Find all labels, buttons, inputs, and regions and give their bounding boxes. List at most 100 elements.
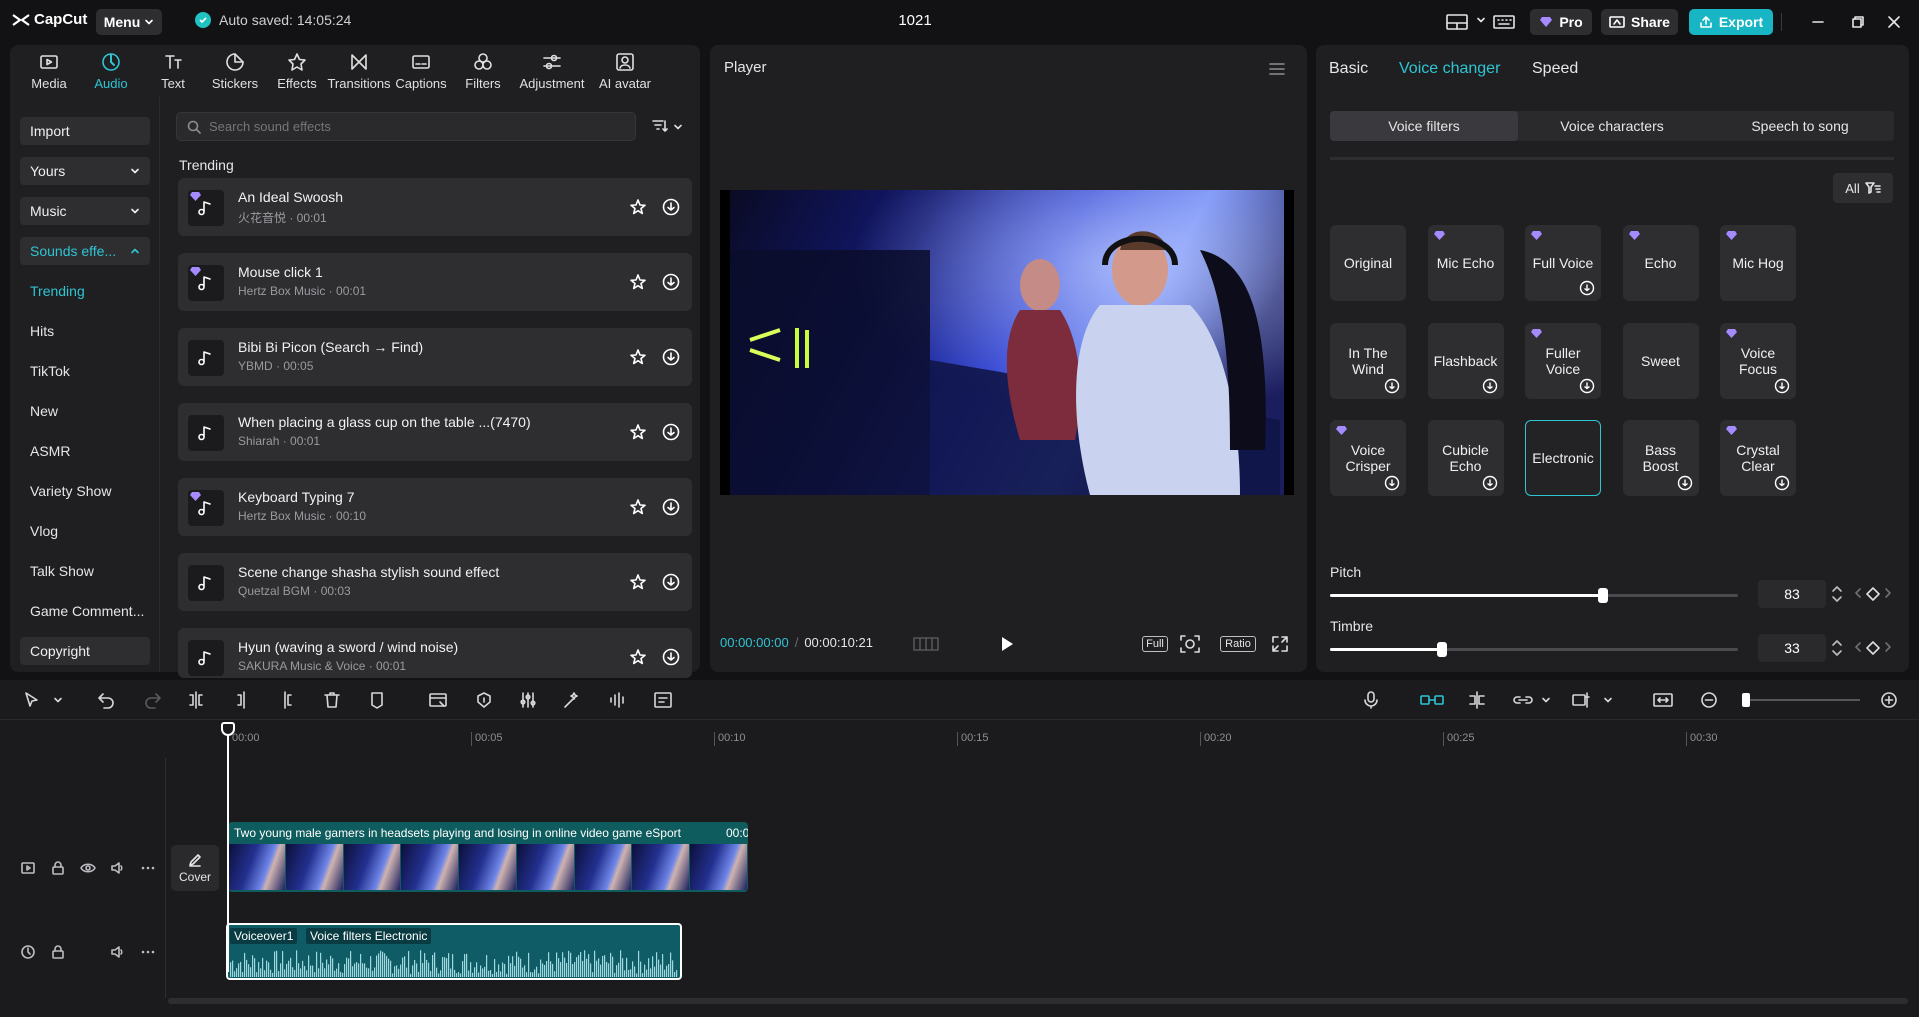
ai-remove-icon[interactable]	[474, 690, 494, 710]
timbre-slider-handle[interactable]	[1437, 642, 1448, 657]
microphone-icon[interactable]	[1361, 690, 1381, 710]
sort-filter-button[interactable]	[652, 118, 683, 134]
tab-ai-avatar[interactable]: AI avatar	[590, 45, 660, 97]
pitch-slider[interactable]	[1330, 588, 1738, 603]
sidebar-item-hits[interactable]: Hits	[30, 323, 54, 339]
timbre-keyframe-controls[interactable]	[1854, 641, 1892, 655]
voice-filter-voice-focus[interactable]: Voice Focus	[1720, 322, 1796, 399]
split-left-icon[interactable]	[232, 690, 252, 710]
zoom-slider[interactable]	[1742, 693, 1860, 707]
tab-filters[interactable]: Filters	[452, 45, 514, 97]
voice-filter-cubicle-echo[interactable]: Cubicle Echo	[1427, 420, 1504, 496]
pitch-value-input[interactable]: 83	[1758, 580, 1826, 608]
segment-voice-filters[interactable]: Voice filters	[1330, 111, 1518, 141]
pitch-stepper[interactable]	[1831, 584, 1843, 604]
segment-speech-to-song[interactable]: Speech to song	[1706, 111, 1894, 141]
favorite-star-icon[interactable]	[629, 348, 647, 366]
pitch-keyframe-controls[interactable]	[1854, 587, 1892, 601]
auto-snap-icon[interactable]	[1467, 690, 1487, 710]
mark-icon[interactable]	[367, 690, 387, 710]
fit-timeline-icon[interactable]	[1652, 690, 1673, 710]
list-item[interactable]: Hyun (waving a sword / wind noise) SAKURA…	[178, 628, 692, 678]
tab-audio[interactable]: Audio	[80, 45, 142, 97]
magic-edit-icon[interactable]	[562, 690, 582, 710]
linkage-chevron-icon[interactable]	[1540, 694, 1560, 714]
voice-filter-mic-echo[interactable]: Mic Echo	[1427, 225, 1504, 301]
download-icon[interactable]	[662, 498, 680, 516]
pro-button[interactable]: Pro	[1530, 9, 1592, 35]
download-icon[interactable]	[1482, 475, 1498, 491]
linkage-icon[interactable]	[1511, 690, 1533, 710]
split-icon[interactable]	[186, 690, 206, 710]
tab-text[interactable]: Text	[142, 45, 204, 97]
caption-edit-icon[interactable]	[653, 690, 673, 710]
keyframe-diamond-icon[interactable]	[1866, 587, 1880, 601]
favorite-star-icon[interactable]	[629, 648, 647, 666]
list-item[interactable]: An Ideal Swoosh 火花音悦 · 00:01	[178, 178, 692, 236]
speaker-icon[interactable]	[110, 860, 126, 876]
download-icon[interactable]	[662, 573, 680, 591]
download-icon[interactable]	[1384, 378, 1400, 394]
download-icon[interactable]	[662, 198, 680, 216]
video-preview[interactable]	[720, 190, 1294, 495]
speaker-icon[interactable]	[110, 944, 126, 960]
search-box[interactable]	[176, 112, 636, 141]
player-menu-icon[interactable]	[1268, 61, 1286, 77]
voice-filter-original[interactable]: Original	[1330, 225, 1406, 301]
list-item[interactable]: When placing a glass cup on the table ..…	[178, 403, 692, 461]
close-icon[interactable]	[1886, 14, 1902, 30]
audio-wave-icon[interactable]	[607, 690, 627, 710]
sidebar-item-game-commentary[interactable]: Game Comment...	[30, 603, 144, 619]
download-icon[interactable]	[662, 348, 680, 366]
menu-button[interactable]: Menu	[96, 9, 162, 35]
sidebar-item-new[interactable]: New	[30, 403, 58, 419]
voice-filter-echo[interactable]: Echo	[1622, 225, 1699, 301]
undo-icon[interactable]	[96, 690, 116, 710]
favorite-star-icon[interactable]	[629, 423, 647, 441]
playhead[interactable]	[221, 722, 235, 972]
preview-axis-icon[interactable]	[1571, 690, 1591, 710]
tab-captions[interactable]: Captions	[390, 45, 452, 97]
list-item[interactable]: Keyboard Typing 7 Hertz Box Music · 00:10	[178, 478, 692, 536]
playhead-handle[interactable]	[221, 722, 235, 736]
tab-stickers[interactable]: Stickers	[204, 45, 266, 97]
main-track-magnet-icon[interactable]	[1419, 690, 1444, 710]
sidebar-item-vlog[interactable]: Vlog	[30, 523, 58, 539]
download-icon[interactable]	[1482, 378, 1498, 394]
more-icon[interactable]	[140, 860, 156, 876]
sound-effects-dropdown[interactable]: Sounds effe...	[20, 237, 150, 265]
import-button[interactable]: Import	[20, 117, 150, 145]
copyright-button[interactable]: Copyright	[20, 637, 150, 665]
redo-icon[interactable]	[143, 690, 163, 710]
timbre-value-input[interactable]: 33	[1758, 634, 1826, 662]
voice-filter-full-voice[interactable]: Full Voice	[1525, 225, 1601, 301]
voice-filter-bass-boost[interactable]: Bass Boost	[1622, 420, 1699, 496]
tab-transitions[interactable]: Transitions	[327, 45, 391, 97]
download-icon[interactable]	[1579, 280, 1595, 296]
yours-dropdown[interactable]: Yours	[20, 157, 150, 185]
music-dropdown[interactable]: Music	[20, 197, 150, 225]
zoom-slider-handle[interactable]	[1742, 693, 1750, 707]
select-tool-icon[interactable]	[22, 690, 42, 710]
eye-icon[interactable]	[80, 860, 96, 876]
preview-axis-chevron-icon[interactable]	[1602, 694, 1622, 714]
download-icon[interactable]	[1677, 475, 1693, 491]
tab-voice-changer[interactable]: Voice changer	[1399, 60, 1500, 78]
tab-adjustment[interactable]: Adjustment	[514, 45, 590, 97]
export-button[interactable]: Export	[1689, 9, 1773, 35]
select-tool-chevron-icon[interactable]	[52, 694, 72, 714]
voice-filter-flashback[interactable]: Flashback	[1427, 322, 1504, 399]
sidebar-item-trending[interactable]: Trending	[30, 283, 85, 299]
layout-chevron-icon[interactable]	[1476, 15, 1486, 25]
audio-clip[interactable]: Voiceover1 Voice filters Electronic	[226, 923, 682, 980]
list-item[interactable]: Mouse click 1 Hertz Box Music · 00:01	[178, 253, 692, 311]
download-icon[interactable]	[662, 273, 680, 291]
full-quality-button[interactable]: Full	[1142, 636, 1168, 652]
download-icon[interactable]	[1384, 475, 1400, 491]
shortcut-keyboard-icon[interactable]	[1492, 12, 1516, 32]
tab-effects[interactable]: Effects	[266, 45, 328, 97]
download-icon[interactable]	[1774, 378, 1790, 394]
snapshot-icon[interactable]	[1179, 634, 1201, 654]
share-button[interactable]: Share	[1601, 9, 1678, 35]
tab-basic[interactable]: Basic	[1329, 60, 1368, 78]
